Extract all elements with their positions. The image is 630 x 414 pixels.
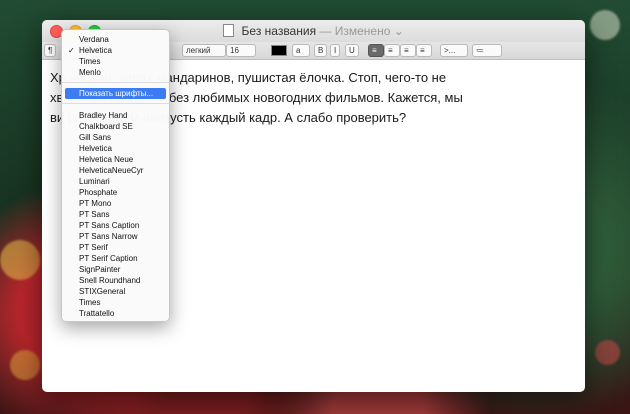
underline-button[interactable]: U xyxy=(345,44,359,57)
align-center-button[interactable]: ≡ xyxy=(384,44,400,57)
list-style-popup[interactable]: ≔ xyxy=(472,44,502,57)
checkmark-icon: ✓ xyxy=(68,46,75,55)
highlight-color-button[interactable]: a xyxy=(292,44,310,57)
font-menu-item[interactable]: PT Sans xyxy=(62,209,169,220)
font-menu-item[interactable]: STIXGeneral xyxy=(62,286,169,297)
justify-button[interactable]: ≡ xyxy=(416,44,432,57)
font-menu-item[interactable]: HelveticaNeueCyr xyxy=(62,165,169,176)
menu-separator xyxy=(62,82,169,83)
font-menu-item[interactable]: PT Serif Caption xyxy=(62,253,169,264)
chevron-down-icon: ⌄ xyxy=(393,24,404,38)
font-menu-item[interactable]: Bradley Hand xyxy=(62,110,169,121)
font-menu-item[interactable]: SignPainter xyxy=(62,264,169,275)
font-menu-item[interactable]: Helvetica Neue xyxy=(62,154,169,165)
paragraph-style-button[interactable]: ¶ xyxy=(44,44,57,57)
font-menu-item[interactable]: PT Sans Narrow xyxy=(62,231,169,242)
font-menu-item[interactable]: Menlo xyxy=(62,67,169,78)
bokeh-light xyxy=(590,10,620,40)
italic-button[interactable]: I xyxy=(330,44,341,57)
font-menu-item[interactable]: PT Mono xyxy=(62,198,169,209)
font-menu-item[interactable]: Verdana xyxy=(62,34,169,45)
font-menu-item[interactable]: Trattatello xyxy=(62,308,169,319)
font-menu-item[interactable]: Phosphate xyxy=(62,187,169,198)
bokeh-light xyxy=(10,350,40,380)
font-menu: Verdana ✓ Helvetica Times Menlo Показать … xyxy=(61,29,170,322)
text-color-well[interactable] xyxy=(271,45,287,56)
menu-separator xyxy=(62,103,169,104)
show-fonts-item[interactable]: Показать шрифты... xyxy=(65,88,166,99)
align-left-button[interactable]: ≡ xyxy=(368,44,384,57)
font-menu-item[interactable]: Gill Sans xyxy=(62,132,169,143)
font-menu-item[interactable]: Chalkboard SE xyxy=(62,121,169,132)
bold-button[interactable]: B xyxy=(314,44,328,57)
font-menu-item[interactable]: Times xyxy=(62,297,169,308)
bokeh-light xyxy=(595,340,620,365)
document-name: Без названия xyxy=(241,24,317,38)
font-menu-item[interactable]: Snell Roundhand xyxy=(62,275,169,286)
document-status: — Изменено xyxy=(319,24,391,38)
font-size-popup[interactable]: 16 xyxy=(226,44,256,57)
font-menu-item[interactable]: PT Serif xyxy=(62,242,169,253)
font-style-popup[interactable]: легкий xyxy=(182,44,226,57)
document-icon xyxy=(223,24,235,37)
font-menu-item[interactable]: PT Sans Caption xyxy=(62,220,169,231)
bokeh-light xyxy=(0,240,40,280)
font-menu-item[interactable]: Times xyxy=(62,56,169,67)
line-spacing-popup[interactable]: >... xyxy=(440,44,468,57)
font-menu-item[interactable]: Helvetica xyxy=(62,143,169,154)
font-menu-item[interactable]: Luminari xyxy=(62,176,169,187)
font-menu-item[interactable]: ✓ Helvetica xyxy=(62,45,169,56)
align-right-button[interactable]: ≡ xyxy=(400,44,416,57)
